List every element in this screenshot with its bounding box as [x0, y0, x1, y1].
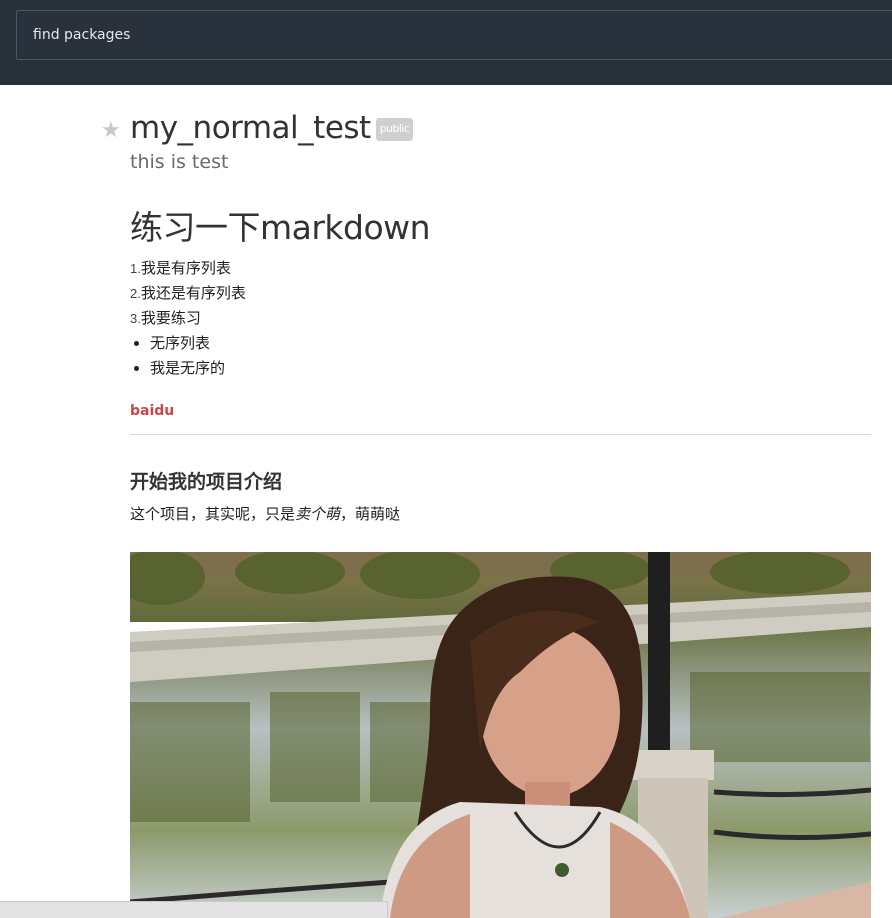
readme-photo — [130, 552, 871, 918]
baidu-link[interactable]: baidu — [130, 401, 174, 421]
list-item: 3.我要练习 — [130, 306, 871, 331]
divider — [130, 434, 871, 435]
list-item-text: 我还是有序列表 — [140, 285, 246, 302]
paragraph-text: 这个项目，其实呢，只是 — [130, 506, 296, 523]
list-number: 3. — [130, 311, 141, 326]
list-item: 1.我是有序列表 — [130, 256, 871, 281]
list-item-text: 无序列表 — [150, 335, 211, 352]
intro-paragraph: 这个项目，其实呢，只是卖个萌，萌萌哒 — [130, 503, 871, 526]
horizontal-scrollbar[interactable] — [0, 901, 388, 918]
bullet-icon — [134, 341, 139, 346]
list-item: 2.我还是有序列表 — [130, 281, 871, 306]
section-heading: 开始我的项目介绍 — [130, 471, 283, 493]
package-header: my_normal_test public — [130, 108, 414, 148]
paragraph-text: ，萌萌哒 — [340, 506, 401, 523]
list-item: 我是无序的 — [130, 356, 871, 381]
ordered-list: 1.我是有序列表 2.我还是有序列表 3.我要练习 — [130, 256, 871, 331]
package-description: this is test — [130, 151, 229, 173]
top-bar — [0, 0, 892, 85]
list-item: 无序列表 — [130, 331, 871, 356]
list-item-text: 我是无序的 — [150, 360, 226, 377]
search-input[interactable] — [17, 11, 892, 59]
public-badge: public — [375, 117, 414, 141]
list-number: 1. — [130, 261, 141, 276]
emphasis-text: 卖个萌 — [295, 505, 341, 523]
list-item-text: 我要练习 — [140, 310, 201, 327]
unordered-list: 无序列表 我是无序的 — [130, 331, 871, 381]
bullet-icon — [134, 366, 139, 371]
search-box[interactable] — [16, 10, 892, 60]
package-name: my_normal_test — [130, 110, 371, 146]
star-icon[interactable]: ★ — [101, 120, 121, 142]
list-item-text: 我是有序列表 — [140, 260, 231, 277]
photo-illustration — [130, 552, 871, 918]
readme-heading: 练习一下markdown — [130, 208, 431, 247]
list-number: 2. — [130, 286, 141, 301]
readme: 练习一下markdown 1.我是有序列表 2.我还是有序列表 3.我要练习 无… — [130, 200, 871, 526]
